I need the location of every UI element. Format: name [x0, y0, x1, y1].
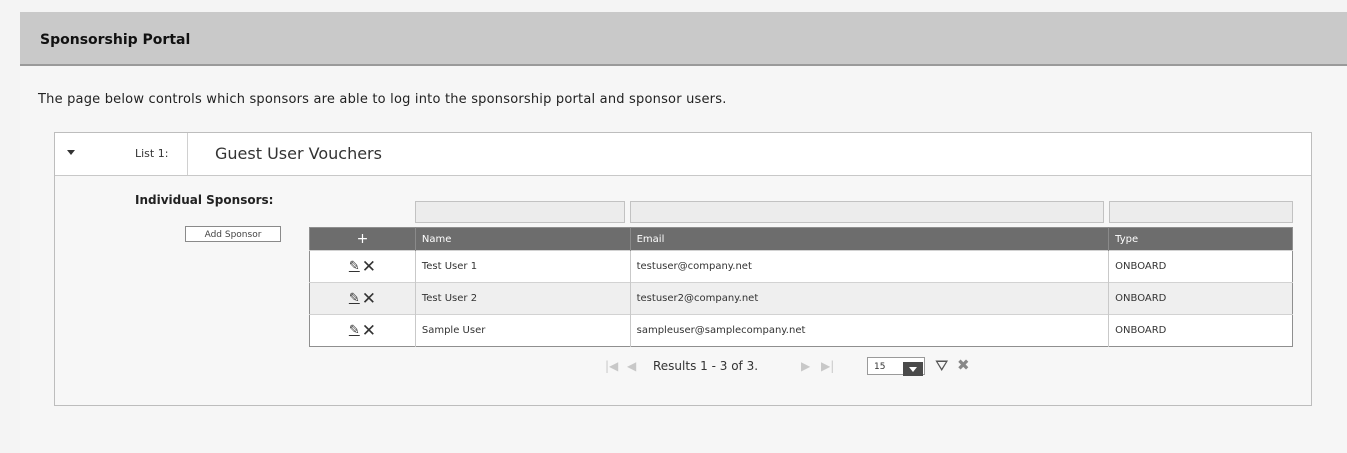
table-row: ✎ ✕ Test User 1 testuser@company.net ONBO… — [309, 250, 1293, 283]
sponsor-list-panel: List 1: Guest User Vouchers Individual S… — [54, 132, 1312, 406]
add-sponsor-button[interactable]: Add Sponsor — [185, 226, 281, 242]
row-actions: ✎ ✕ — [309, 250, 416, 283]
cell-email: testuser@company.net — [629, 250, 1109, 283]
cell-type: ONBOARD — [1108, 250, 1293, 283]
page-size-value: 15 — [874, 362, 886, 372]
column-header-name[interactable]: Name — [414, 227, 631, 251]
collapse-arrow-icon[interactable] — [67, 150, 75, 155]
funnel-icon[interactable]: ⛛ — [935, 356, 948, 376]
divider — [187, 133, 188, 175]
pencil-icon[interactable]: ✎ — [349, 291, 360, 306]
column-header-actions: + — [309, 227, 416, 251]
list-header[interactable]: List 1: Guest User Vouchers — [55, 133, 1311, 176]
list-label: List 1: — [135, 147, 169, 160]
individual-sponsors-label: Individual Sponsors: — [135, 193, 274, 207]
cell-email: testuser2@company.net — [629, 282, 1109, 315]
column-header-email[interactable]: Email — [629, 227, 1109, 251]
list-name: Guest User Vouchers — [215, 144, 382, 163]
cell-type: ONBOARD — [1108, 282, 1293, 315]
chevron-down-icon[interactable] — [903, 362, 923, 376]
first-page-icon[interactable]: |◀ — [605, 359, 618, 373]
last-page-icon[interactable]: ▶| — [821, 359, 834, 373]
type-filter-input[interactable] — [1109, 201, 1293, 223]
pencil-icon[interactable]: ✎ — [349, 323, 360, 338]
page-title: Sponsorship Portal — [40, 32, 191, 48]
page-header: Sponsorship Portal — [20, 12, 1347, 66]
table-header-row: + Name Email Type — [309, 227, 1293, 251]
row-actions: ✎ ✕ — [309, 314, 416, 347]
cell-type: ONBOARD — [1108, 314, 1293, 347]
results-text: Results 1 - 3 of 3. — [653, 359, 759, 373]
row-actions: ✎ ✕ — [309, 282, 416, 315]
table-row: ✎ ✕ Test User 2 testuser2@company.net ONB… — [309, 282, 1293, 315]
page-size-select[interactable]: 15 — [867, 357, 925, 376]
x-icon[interactable]: ✕ — [362, 321, 376, 341]
x-icon[interactable]: ✕ — [362, 257, 376, 277]
prev-page-icon[interactable]: ◀ — [627, 359, 636, 373]
sponsors-table: + Name Email Type ✎ ✕ Test User 1 testuse… — [309, 227, 1293, 347]
cell-name: Test User 1 — [414, 250, 631, 283]
cell-name: Test User 2 — [414, 282, 631, 315]
cell-name: Sample User — [414, 314, 631, 347]
table-row: ✎ ✕ Sample User sampleuser@samplecompany.… — [309, 314, 1293, 347]
sponsorship-portal-page: Sponsorship Portal The page below contro… — [0, 0, 1347, 453]
add-row-button[interactable]: + — [357, 231, 369, 247]
next-page-icon[interactable]: ▶ — [801, 359, 810, 373]
pencil-icon[interactable]: ✎ — [349, 259, 360, 274]
intro-text: The page below controls which sponsors a… — [38, 92, 727, 107]
email-filter-input[interactable] — [630, 201, 1104, 223]
column-header-type[interactable]: Type — [1108, 227, 1293, 251]
cell-email: sampleuser@samplecompany.net — [629, 314, 1109, 347]
name-filter-input[interactable] — [415, 201, 625, 223]
clear-filter-icon[interactable]: ✖ — [957, 356, 970, 374]
x-icon[interactable]: ✕ — [362, 289, 376, 309]
